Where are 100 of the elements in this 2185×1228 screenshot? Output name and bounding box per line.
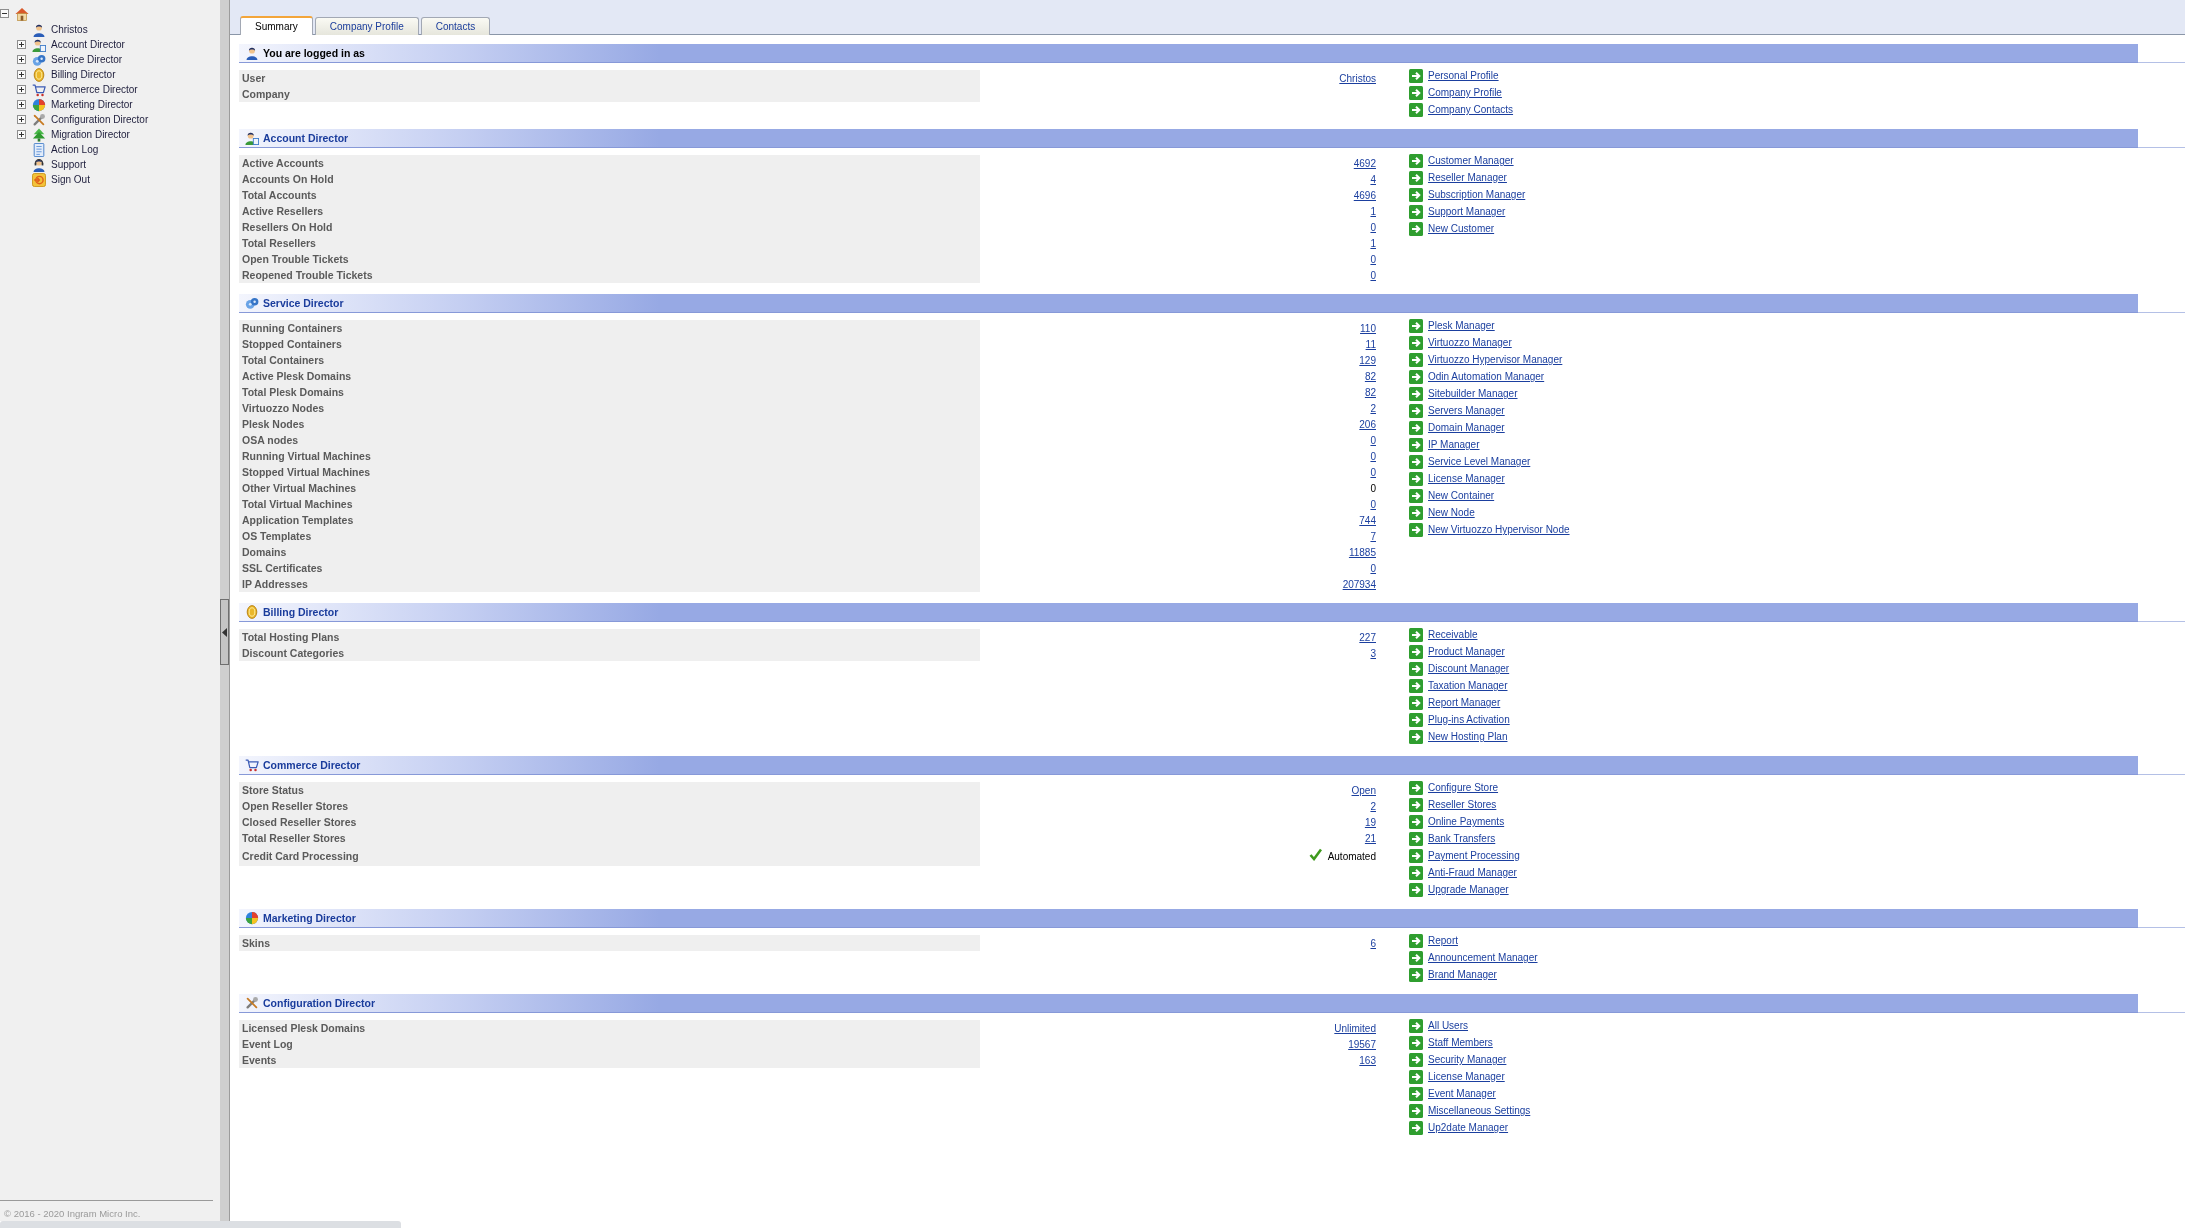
nav-link[interactable]: Sitebuilder Manager bbox=[1428, 387, 1518, 400]
nav-link[interactable]: New Virtuozzo Hypervisor Node bbox=[1428, 523, 1570, 536]
value-link[interactable]: 0 bbox=[1370, 465, 1376, 479]
value-link[interactable]: Open bbox=[1351, 783, 1376, 797]
nav-link[interactable]: Company Profile bbox=[1428, 86, 1502, 99]
tab[interactable]: Summary bbox=[240, 16, 313, 35]
nav-link[interactable]: New Customer bbox=[1428, 222, 1495, 235]
tree-item[interactable]: Billing Director bbox=[51, 68, 116, 81]
value-link[interactable]: 6 bbox=[1370, 936, 1376, 950]
nav-link[interactable]: Anti-Fraud Manager bbox=[1428, 866, 1517, 879]
nav-link[interactable]: Personal Profile bbox=[1428, 69, 1499, 82]
section-title[interactable]: Commerce Director bbox=[263, 758, 361, 772]
nav-link[interactable]: IP Manager bbox=[1428, 438, 1480, 451]
value-link[interactable]: 11885 bbox=[1348, 545, 1376, 559]
nav-link[interactable]: Servers Manager bbox=[1428, 404, 1505, 417]
tree-item[interactable]: Marketing Director bbox=[51, 98, 133, 111]
expand-icon[interactable] bbox=[17, 40, 26, 49]
nav-link[interactable]: Event Manager bbox=[1428, 1087, 1496, 1100]
value-link[interactable]: 227 bbox=[1359, 630, 1376, 644]
nav-link[interactable]: Configure Store bbox=[1428, 781, 1499, 794]
value-link[interactable]: 4 bbox=[1370, 172, 1376, 186]
value-link[interactable]: 129 bbox=[1359, 353, 1376, 367]
tree-item[interactable]: Service Director bbox=[51, 53, 123, 66]
value-link[interactable]: 1 bbox=[1370, 204, 1376, 218]
nav-link[interactable]: License Manager bbox=[1428, 1070, 1505, 1083]
value-link[interactable]: 0 bbox=[1370, 268, 1376, 282]
value-link[interactable]: 0 bbox=[1370, 449, 1376, 463]
expand-icon[interactable] bbox=[17, 70, 26, 79]
nav-link[interactable]: Security Manager bbox=[1428, 1053, 1507, 1066]
tree-item[interactable]: Migration Director bbox=[51, 128, 130, 141]
nav-link[interactable]: Upgrade Manager bbox=[1428, 883, 1509, 896]
expand-icon[interactable] bbox=[17, 115, 26, 124]
nav-link[interactable]: New Node bbox=[1428, 506, 1475, 519]
nav-link[interactable]: Service Level Manager bbox=[1428, 455, 1531, 468]
value-link[interactable]: 206 bbox=[1359, 417, 1376, 431]
tree-item[interactable]: Action Log bbox=[51, 143, 99, 156]
section-title[interactable]: Service Director bbox=[263, 296, 344, 310]
nav-link[interactable]: Staff Members bbox=[1428, 1036, 1493, 1049]
value-link[interactable]: 207934 bbox=[1342, 577, 1376, 591]
value-link[interactable]: 110 bbox=[1360, 321, 1376, 335]
section-title[interactable]: Marketing Director bbox=[263, 911, 356, 925]
nav-link[interactable]: Customer Manager bbox=[1428, 154, 1514, 167]
collapse-handle[interactable] bbox=[220, 599, 229, 665]
tree-item[interactable]: Configuration Director bbox=[51, 113, 149, 126]
value-link[interactable]: 0 bbox=[1370, 220, 1376, 234]
value-link[interactable]: Christos bbox=[1339, 71, 1376, 85]
nav-link[interactable]: New Container bbox=[1428, 489, 1495, 502]
value-link[interactable]: Unlimited bbox=[1334, 1021, 1376, 1035]
value-link[interactable]: 19567 bbox=[1348, 1037, 1376, 1051]
section-title[interactable]: Configuration Director bbox=[263, 996, 375, 1010]
section-title[interactable]: Billing Director bbox=[263, 605, 339, 619]
value-link[interactable]: 1 bbox=[1370, 236, 1376, 250]
value-link[interactable]: 2 bbox=[1370, 401, 1376, 415]
expand-icon[interactable] bbox=[17, 100, 26, 109]
value-link[interactable]: 2 bbox=[1370, 799, 1376, 813]
expand-icon[interactable] bbox=[17, 85, 26, 94]
section-title[interactable]: Account Director bbox=[263, 131, 349, 145]
value-link[interactable]: 163 bbox=[1359, 1053, 1376, 1067]
value-link[interactable]: 744 bbox=[1359, 513, 1376, 527]
nav-link[interactable]: Subscription Manager bbox=[1428, 188, 1526, 201]
nav-link[interactable]: Plug-ins Activation bbox=[1428, 713, 1510, 726]
nav-link[interactable]: Report bbox=[1428, 934, 1458, 947]
value-link[interactable]: 4692 bbox=[1353, 156, 1376, 170]
nav-link[interactable]: Bank Transfers bbox=[1428, 832, 1496, 845]
nav-link[interactable]: Company Contacts bbox=[1428, 103, 1514, 116]
nav-link[interactable]: Online Payments bbox=[1428, 815, 1505, 828]
nav-link[interactable]: Up2date Manager bbox=[1428, 1121, 1509, 1134]
nav-link[interactable]: Virtuozzo Hypervisor Manager bbox=[1428, 353, 1563, 366]
tree-item[interactable]: Sign Out bbox=[51, 173, 90, 186]
nav-link[interactable]: Discount Manager bbox=[1428, 662, 1510, 675]
value-link[interactable]: 7 bbox=[1370, 529, 1376, 543]
value-link[interactable]: 4696 bbox=[1353, 188, 1376, 202]
nav-link[interactable]: License Manager bbox=[1428, 472, 1505, 485]
nav-link[interactable]: Virtuozzo Manager bbox=[1428, 336, 1512, 349]
value-link[interactable]: 19 bbox=[1364, 815, 1376, 829]
horizontal-scrollbar[interactable] bbox=[0, 1221, 401, 1228]
collapse-icon[interactable] bbox=[0, 9, 9, 18]
nav-link[interactable]: Brand Manager bbox=[1428, 968, 1497, 981]
nav-link[interactable]: Report Manager bbox=[1428, 696, 1501, 709]
value-link[interactable]: 0 bbox=[1370, 497, 1376, 511]
nav-link[interactable]: Miscellaneous Settings bbox=[1428, 1104, 1531, 1117]
value-link[interactable]: 21 bbox=[1364, 831, 1376, 845]
nav-link[interactable]: Support Manager bbox=[1428, 205, 1506, 218]
expand-icon[interactable] bbox=[17, 55, 26, 64]
nav-link[interactable]: Reseller Manager bbox=[1428, 171, 1507, 184]
tree-item[interactable]: Christos bbox=[51, 23, 88, 36]
nav-link[interactable]: Product Manager bbox=[1428, 645, 1505, 658]
nav-link[interactable]: Domain Manager bbox=[1428, 421, 1505, 434]
nav-link[interactable]: Receivable bbox=[1428, 628, 1478, 641]
nav-link[interactable]: Announcement Manager bbox=[1428, 951, 1538, 964]
tree-item[interactable]: Account Director bbox=[51, 38, 125, 51]
tab[interactable]: Contacts bbox=[420, 17, 491, 35]
tab[interactable]: Company Profile bbox=[314, 17, 419, 35]
nav-link[interactable]: Reseller Stores bbox=[1428, 798, 1497, 811]
tree-item[interactable]: Commerce Director bbox=[51, 83, 138, 96]
value-link[interactable]: 11 bbox=[1365, 337, 1376, 351]
value-link[interactable]: 3 bbox=[1370, 646, 1376, 660]
value-link[interactable]: 82 bbox=[1364, 369, 1376, 383]
nav-link[interactable]: Taxation Manager bbox=[1428, 679, 1508, 692]
value-link[interactable]: 0 bbox=[1370, 433, 1376, 447]
